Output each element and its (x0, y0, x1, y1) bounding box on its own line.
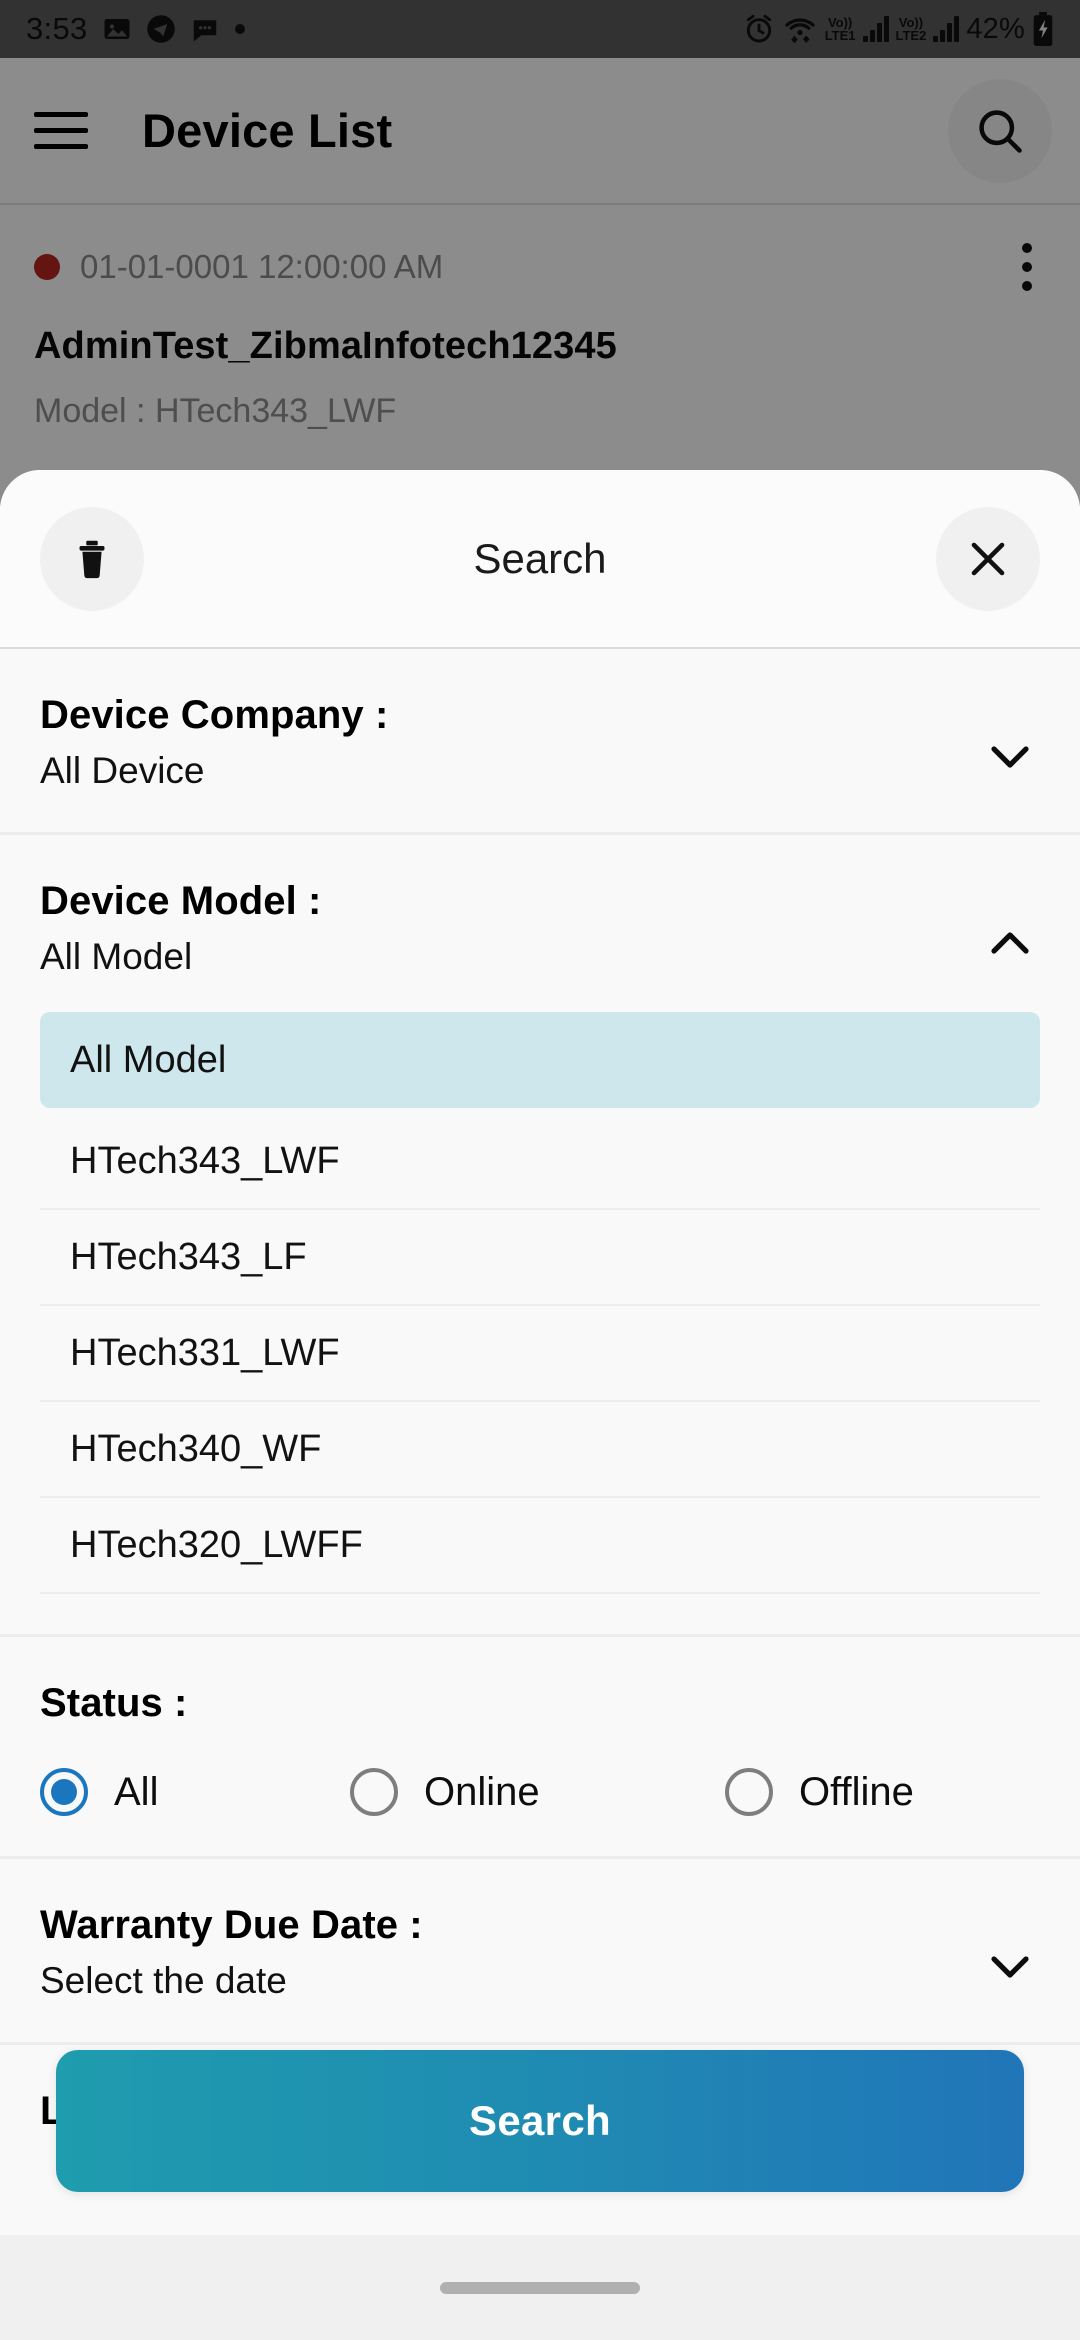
device-company-label: Device Company : (40, 693, 389, 737)
status-radio-offline[interactable]: Offline (725, 1768, 914, 1816)
status-radio-online[interactable]: Online (350, 1768, 725, 1816)
status-option-label: All (114, 1769, 159, 1814)
device-model-label: Device Model : (40, 879, 322, 923)
status-label: Status : (40, 1681, 188, 1725)
home-indicator-pill[interactable] (440, 2281, 640, 2294)
filter-device-company[interactable]: Device Company : All Device (0, 649, 1080, 835)
filter-status: Status : All Online Offline (0, 1637, 1080, 1859)
list-item[interactable]: HTech340_WF (40, 1402, 1040, 1498)
chevron-down-icon[interactable] (990, 745, 1030, 768)
system-nav-bar (0, 2235, 1080, 2340)
filter-device-model[interactable]: Device Model : All Model All Model HTech… (0, 835, 1080, 1637)
chevron-down-icon[interactable] (990, 1955, 1030, 1978)
search-filter-sheet: Search Device Company : All Device Devic… (0, 470, 1080, 2340)
status-option-label: Online (424, 1769, 540, 1814)
filter-warranty-due-date[interactable]: Warranty Due Date : Select the date (0, 1859, 1080, 2045)
sheet-header: Search (0, 470, 1080, 647)
list-item[interactable]: All Model (40, 1012, 1040, 1108)
phone-screen: 3:53 Vo)) LTE1 Vo)) LTE2 42% Device List… (0, 0, 1080, 2340)
list-item[interactable]: HTech331_LWF (40, 1306, 1040, 1402)
search-button[interactable]: Search (56, 2050, 1024, 2192)
radio-icon (350, 1768, 398, 1816)
list-item[interactable]: HTech320_LWFF (40, 1498, 1040, 1594)
warranty-due-date-value: Select the date (40, 1960, 287, 2001)
status-option-label: Offline (799, 1769, 914, 1814)
status-radio-all[interactable]: All (40, 1768, 350, 1816)
status-radio-group: All Online Offline (40, 1768, 1040, 1816)
list-item[interactable]: HTech343_LF (40, 1210, 1040, 1306)
device-model-options: All Model HTech343_LWF HTech343_LF HTech… (40, 1012, 1040, 1594)
sheet-title: Search (473, 534, 607, 582)
radio-icon (725, 1768, 773, 1816)
trash-icon[interactable] (40, 506, 144, 611)
list-item[interactable]: HTech343_LWF (40, 1114, 1040, 1210)
close-x-icon[interactable] (936, 506, 1040, 611)
radio-icon (40, 1768, 88, 1816)
device-company-value: All Device (40, 750, 205, 791)
device-model-value: All Model (40, 936, 193, 977)
chevron-up-icon[interactable] (990, 931, 1030, 954)
warranty-due-date-label: Warranty Due Date : (40, 1903, 423, 1947)
